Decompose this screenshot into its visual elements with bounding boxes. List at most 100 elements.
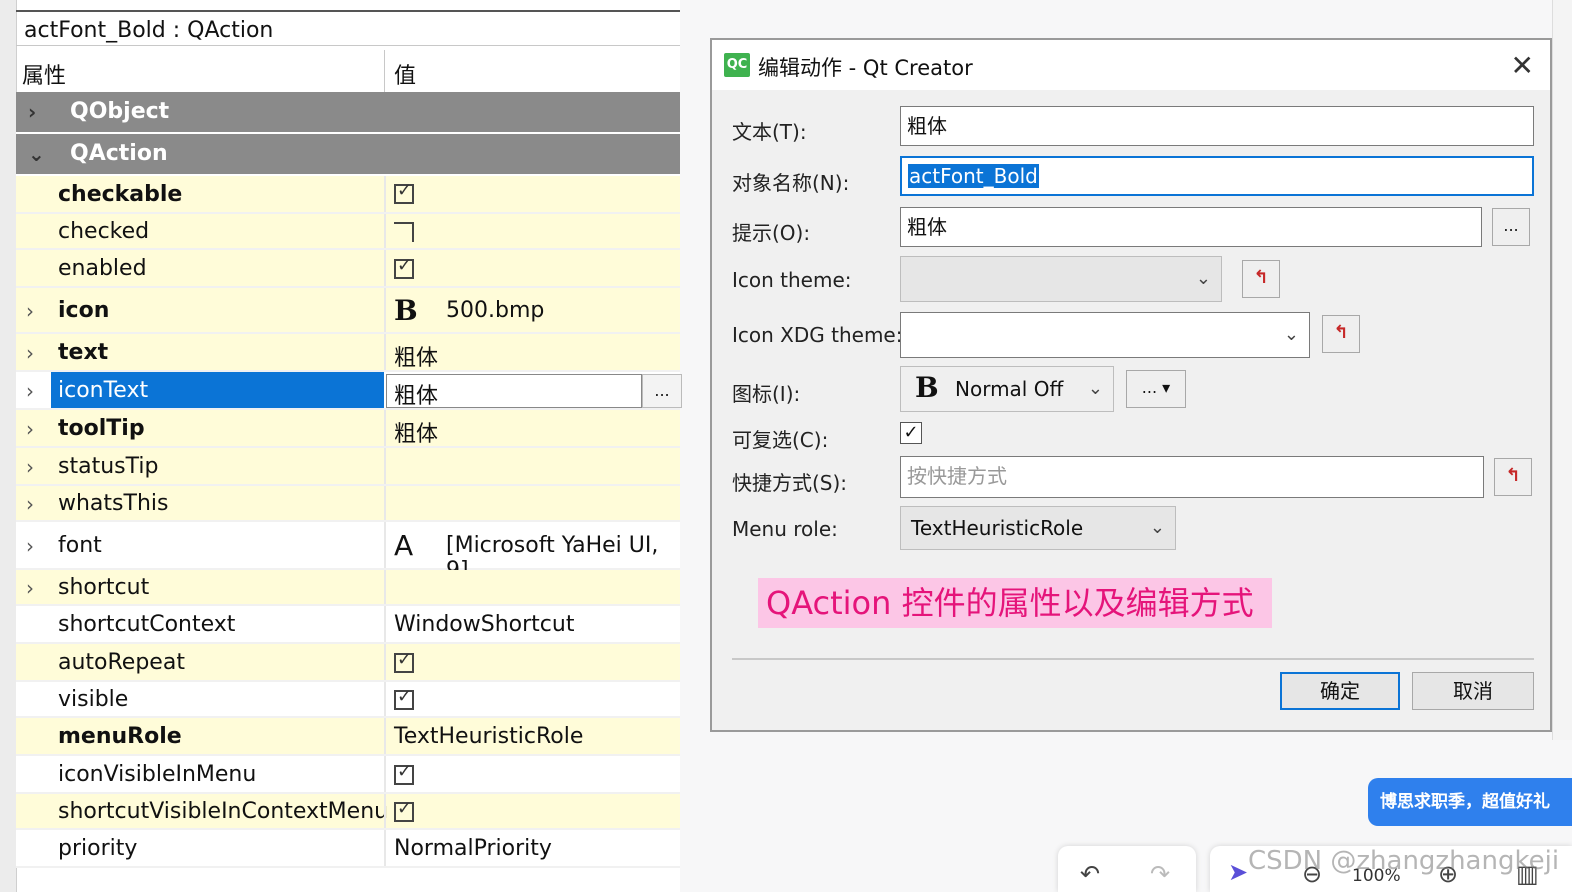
property-row-checked[interactable]: checked — [16, 214, 680, 250]
selected-text: actFont_Bold — [908, 164, 1039, 188]
shortcut-input[interactable]: 按快捷方式 — [900, 456, 1484, 498]
cancel-button[interactable]: 取消 — [1412, 672, 1534, 710]
property-row-icon[interactable]: › icon B 500.bmp — [16, 288, 680, 334]
property-row-menurole[interactable]: menuRole TextHeuristicRole — [16, 718, 680, 756]
group-qobject[interactable]: › QObject — [16, 92, 680, 134]
property-value: 粗体 — [394, 422, 439, 447]
object-name-input[interactable]: actFont_Bold — [900, 156, 1534, 196]
checkbox-checked[interactable] — [394, 180, 414, 204]
checkbox-unchecked[interactable] — [394, 222, 414, 242]
property-row-priority[interactable]: priority NormalPriority — [16, 830, 680, 868]
column-divider — [384, 830, 386, 866]
background-window-edge — [1552, 0, 1572, 740]
menu-role-label: Menu role: — [732, 517, 838, 541]
checkable-checkbox[interactable]: ✓ — [900, 422, 922, 444]
annotation-label: QAction 控件的属性以及编辑方式 — [758, 578, 1272, 628]
property-name: font — [58, 533, 102, 558]
property-row-shortcut[interactable]: › shortcut — [16, 570, 680, 606]
property-editor: actFont_Bold : QAction 属性 值 › QObject ⌄ … — [0, 0, 682, 892]
property-row-whatsthis[interactable]: › whatsThis — [16, 486, 680, 522]
property-row-checkable[interactable]: checkable — [16, 176, 680, 214]
tooltip-input[interactable]: 粗体 — [900, 207, 1482, 247]
chevron-right-icon[interactable]: › — [26, 341, 34, 365]
property-row-statustip[interactable]: › statusTip — [16, 448, 680, 486]
chevron-right-icon[interactable]: › — [26, 379, 34, 403]
reset-arrow-icon: ↰ — [1253, 267, 1269, 288]
property-value: 粗体 — [394, 346, 439, 371]
text-label: 文本(T): — [732, 120, 807, 144]
property-row-font[interactable]: › font A [Microsoft YaHei UI, 9] — [16, 522, 680, 583]
text-input[interactable]: 粗体 — [900, 106, 1534, 146]
header-divider — [384, 50, 385, 92]
checkbox-checked[interactable] — [394, 761, 414, 785]
checkbox-checked[interactable] — [394, 798, 414, 822]
menu-role-combo[interactable]: TextHeuristicRole ⌄ — [900, 506, 1176, 550]
reset-arrow-icon: ↰ — [1333, 322, 1349, 343]
chevron-down-icon: ⌄ — [1149, 517, 1165, 538]
checkable-label: 可复选(C): — [732, 428, 829, 452]
icon-xdg-theme-combo[interactable]: ⌄ — [900, 312, 1310, 358]
chevron-down-icon: ⌄ — [28, 142, 45, 166]
property-name: iconVisibleInMenu — [58, 762, 257, 787]
property-row-shortcutvisibleincontextmenu[interactable]: shortcutVisibleInContextMenu — [16, 794, 680, 830]
property-name: visible — [58, 687, 129, 712]
property-name: shortcut — [58, 575, 150, 600]
redo-icon[interactable]: ↷ — [1150, 860, 1170, 888]
group-label: QAction — [70, 141, 168, 166]
pointer-icon[interactable]: ➤ — [1228, 858, 1248, 886]
column-divider — [384, 334, 386, 370]
column-divider — [384, 250, 386, 286]
column-divider — [384, 486, 386, 520]
browse-button[interactable]: ... — [642, 374, 682, 408]
checkbox-checked[interactable] — [394, 686, 414, 710]
chevron-right-icon[interactable]: › — [26, 299, 34, 323]
property-name: autoRepeat — [58, 650, 185, 675]
chevron-right-icon[interactable]: › — [26, 492, 34, 516]
property-row-iconvisibleinmenu[interactable]: iconVisibleInMenu — [16, 756, 680, 794]
icon-mode-value: Normal Off — [955, 377, 1064, 401]
column-divider — [384, 176, 386, 212]
chevron-down-icon: ⌄ — [1195, 268, 1211, 289]
promo-banner[interactable]: 博思求职季，超值好礼 — [1368, 778, 1572, 826]
property-row-enabled[interactable]: enabled — [16, 250, 680, 288]
checkbox-checked[interactable] — [394, 255, 414, 279]
property-row-icontext[interactable]: › iconText 粗体 ... — [16, 372, 682, 410]
qt-creator-logo-icon: QC — [724, 53, 750, 77]
chevron-right-icon[interactable]: › — [26, 576, 34, 600]
ok-button[interactable]: 确定 — [1280, 672, 1400, 710]
reset-xdg-theme-button[interactable]: ↰ — [1322, 315, 1360, 353]
icon-xdg-theme-label: Icon XDG theme: — [732, 323, 903, 347]
property-row-autorepeat[interactable]: autoRepeat — [16, 644, 680, 682]
close-icon[interactable]: ✕ — [1511, 49, 1534, 82]
column-divider — [384, 644, 386, 680]
property-row-tooltip[interactable]: › toolTip 粗体 — [16, 410, 680, 448]
reset-shortcut-button[interactable]: ↰ — [1494, 458, 1532, 496]
column-divider — [384, 448, 386, 484]
icon-browse-menu-button[interactable]: ... ▾ — [1126, 370, 1186, 408]
property-row-text[interactable]: › text 粗体 — [16, 334, 680, 372]
bold-b-icon: B — [915, 371, 939, 404]
column-divider — [384, 682, 386, 716]
dots-label: ... — [1141, 378, 1158, 397]
chevron-right-icon[interactable]: › — [26, 417, 34, 441]
checkbox-checked[interactable] — [394, 649, 414, 673]
group-qaction[interactable]: ⌄ QAction — [16, 134, 680, 176]
edit-action-dialog: QC 编辑动作 - Qt Creator ✕ 文本(T): 粗体 对象名称(N)… — [710, 38, 1552, 732]
tooltip-more-button[interactable]: ... — [1492, 208, 1530, 246]
shortcut-label: 快捷方式(S): — [732, 471, 848, 495]
property-name: menuRole — [58, 724, 182, 749]
object-title: actFont_Bold : QAction — [16, 10, 680, 46]
separator — [732, 658, 1534, 660]
icon-mode-combo[interactable]: B Normal Off ⌄ — [900, 366, 1114, 412]
undo-icon[interactable]: ↶ — [1080, 860, 1100, 888]
property-row-shortcutcontext[interactable]: shortcutContext WindowShortcut — [16, 606, 680, 644]
property-value-input[interactable]: 粗体 — [394, 378, 438, 410]
tooltip-label: 提示(O): — [732, 221, 811, 245]
chevron-right-icon[interactable]: › — [26, 455, 34, 479]
chevron-right-icon[interactable]: › — [26, 534, 34, 558]
dialog-titlebar: QC 编辑动作 - Qt Creator ✕ — [712, 40, 1550, 90]
icon-theme-combo[interactable]: ⌄ — [900, 256, 1222, 302]
property-row-visible[interactable]: visible — [16, 682, 680, 718]
property-value: TextHeuristicRole — [394, 724, 584, 749]
reset-icon-theme-button[interactable]: ↰ — [1242, 260, 1280, 298]
